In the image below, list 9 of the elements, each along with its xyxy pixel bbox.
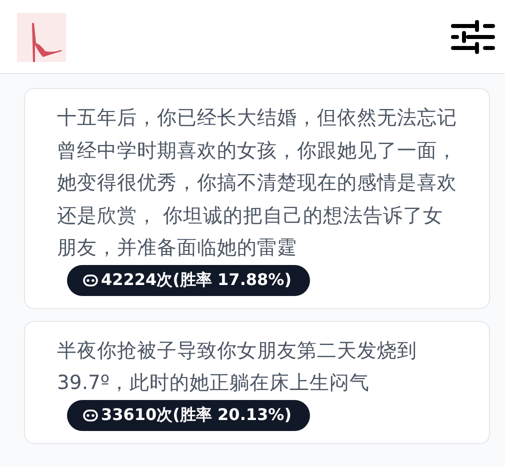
scenario-card[interactable]: 半夜你抢被子导致你女朋友第二天发烧到39.7º，此时的她正躺在床上生闷气 33610次(胜率 20.13%) xyxy=(24,320,490,444)
stats-text: 42224次(胜率 17.88%) xyxy=(101,270,292,290)
stats-text: 33610次(胜率 20.13%) xyxy=(101,404,292,426)
scenario-card[interactable]: 十五年后，你已经长大结婚，但依然无法忘记曾经中学时期喜欢的女孩，你跟她见了一面，她变得很优秀，你搞不清楚现在的感情是喜欢还是欣赏， 你坦诚的把自己的想法告诉了女朋友，并准备面临她的雷霆 42224次(胜率 17.88%) xyxy=(24,88,490,308)
logo-icon xyxy=(17,13,66,62)
robot-icon xyxy=(83,274,98,286)
robot-icon xyxy=(83,408,98,422)
scenario-text: 十五年后，你已经长大结婚，但依然无法忘记曾经中学时期喜欢的女孩，你跟她见了一面，她变得很优秀，你搞不清楚现在的感情是喜欢还是欣赏， 你坦诚的把自己的想法告诉了女朋友，并准备面临她的雷霆 xyxy=(57,106,457,259)
scenario-text: 半夜你抢被子导致你女朋友第二天发烧到39.7º，此时的她正躺在床上生闷气 xyxy=(57,338,417,394)
